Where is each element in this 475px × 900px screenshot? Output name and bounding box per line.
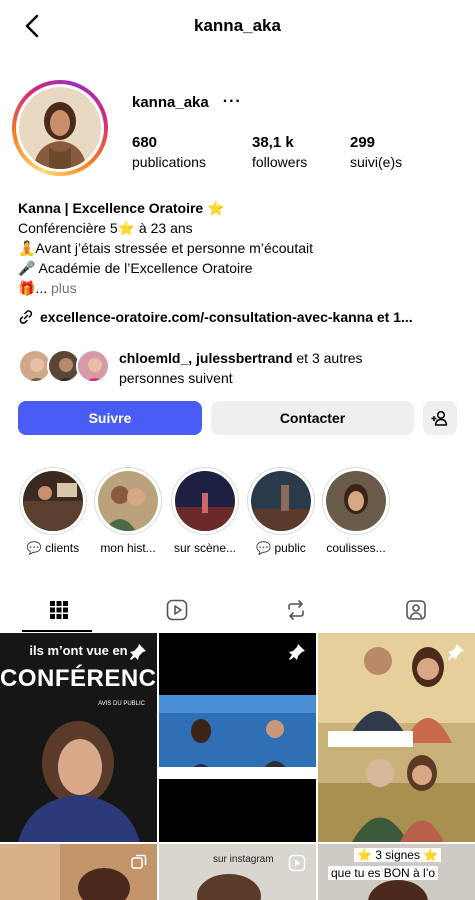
mutual-avatars [18, 349, 118, 385]
stat-publications[interactable]: 680 publications [132, 134, 206, 172]
avatar[interactable] [12, 80, 108, 176]
follow-button[interactable]: Suivre [18, 401, 202, 435]
post-caption-2: que tu es BON à l’o [328, 866, 439, 880]
stat-following[interactable]: 299 suivi(e)s [350, 134, 402, 172]
mutual-line2: personnes suivent [119, 370, 233, 386]
post-tile[interactable] [318, 633, 475, 842]
highlight-label: sur scène... [173, 541, 237, 555]
website-link[interactable]: excellence-oratoire.com/-consultation-av… [18, 309, 463, 325]
post-caption-1: ⭐ 3 signes ⭐ [354, 848, 442, 862]
stat-value: 680 [132, 134, 158, 151]
tab-tagged[interactable] [357, 588, 475, 632]
bio-line-more: 🎁... plus [18, 278, 463, 298]
reel-icon [288, 854, 306, 872]
pin-icon [448, 644, 464, 660]
top-bar: kanna_aka [0, 0, 475, 52]
tab-grid[interactable] [0, 588, 118, 632]
highlight-mon-histoire[interactable]: mon hist... [93, 467, 163, 555]
more-link[interactable]: plus [51, 280, 77, 296]
pin-icon [130, 644, 146, 660]
link-text: excellence-oratoire.com/-consultation-av… [40, 309, 413, 325]
highlight-cover [98, 471, 158, 531]
grid-icon [50, 601, 68, 619]
highlight-label: 💬 clients [26, 541, 80, 555]
mutual-names: chloemld_, julessbertrand [119, 350, 293, 366]
post-tile[interactable] [0, 844, 157, 900]
add-person-icon [431, 410, 448, 426]
repost-icon [288, 600, 304, 620]
profile-photo [19, 87, 101, 169]
highlight-coulisses[interactable]: coulisses... [321, 467, 391, 555]
more-options-icon[interactable]: ··· [223, 93, 242, 111]
highlight-cover [175, 471, 235, 531]
link-icon [19, 310, 33, 324]
followed-by[interactable]: chloemld_, julessbertrand et 3 autres pe… [18, 346, 463, 390]
posts-grid: ils m’ont vue en CONFÉRENCE AVIS DU PUBL… [0, 633, 475, 900]
contact-button[interactable]: Contacter [211, 401, 414, 435]
highlight-cover [326, 471, 386, 531]
highlight-clients[interactable]: 💬 clients [18, 467, 88, 555]
highlight-cover [251, 471, 311, 531]
stat-value: 38,1 k [252, 134, 294, 151]
tab-reposts[interactable] [237, 588, 355, 632]
highlight-cover [23, 471, 83, 531]
post-headline: CONFÉRENCE [0, 665, 157, 692]
active-tab-indicator [22, 630, 92, 632]
profile-tabs [0, 588, 475, 632]
post-subtitle: AVIS DU PUBLIC [98, 701, 145, 707]
pin-icon [289, 644, 305, 660]
post-tile[interactable]: ⭐ 3 signes ⭐ que tu es BON à l’o [318, 844, 475, 900]
post-tile[interactable]: ils m’ont vue en CONFÉRENCE AVIS DU PUBL… [0, 633, 157, 842]
suggest-people-button[interactable] [423, 401, 457, 435]
page-title: kanna_aka [194, 16, 281, 35]
tab-reels[interactable] [118, 588, 236, 632]
stat-label: followers [252, 154, 308, 170]
highlight-label: mon hist... [100, 541, 156, 555]
bio-line: 🎁... [18, 280, 48, 296]
stat-value: 299 [350, 134, 376, 151]
stat-label: publications [132, 154, 206, 170]
display-name: Kanna | Excellence Oratoire ⭐ [18, 200, 225, 216]
highlight-sur-scene[interactable]: sur scène... [170, 467, 240, 555]
reels-icon [166, 599, 188, 621]
post-caption: sur instagram [213, 854, 274, 865]
username: kanna_aka [132, 93, 209, 111]
stat-label: suivi(e)s [350, 154, 403, 170]
highlight-label: 💬 public [256, 541, 306, 555]
post-tile[interactable] [159, 633, 316, 842]
stat-followers[interactable]: 38,1 k followers [252, 134, 307, 172]
mutual-avatar [76, 349, 110, 383]
highlight-label: coulisses... [326, 541, 386, 555]
mutual-rest: et 3 autres [296, 350, 363, 366]
bio-line: Conférencière 5⭐ à 23 ans [18, 220, 193, 236]
bio: Kanna | Excellence Oratoire ⭐ Conférenci… [18, 198, 463, 298]
carousel-icon [131, 854, 147, 869]
bio-line: 🎤 Académie de l’Excellence Oratoire [18, 260, 253, 276]
highlight-public[interactable]: 💬 public [246, 467, 316, 555]
followed-by-text: chloemld_, julessbertrand et 3 autres pe… [119, 348, 459, 388]
tagged-user-icon [406, 600, 426, 620]
post-tile[interactable]: sur instagram [159, 844, 316, 900]
bio-line: 🧘Avant j’étais stressée et personne m’éc… [18, 240, 313, 256]
